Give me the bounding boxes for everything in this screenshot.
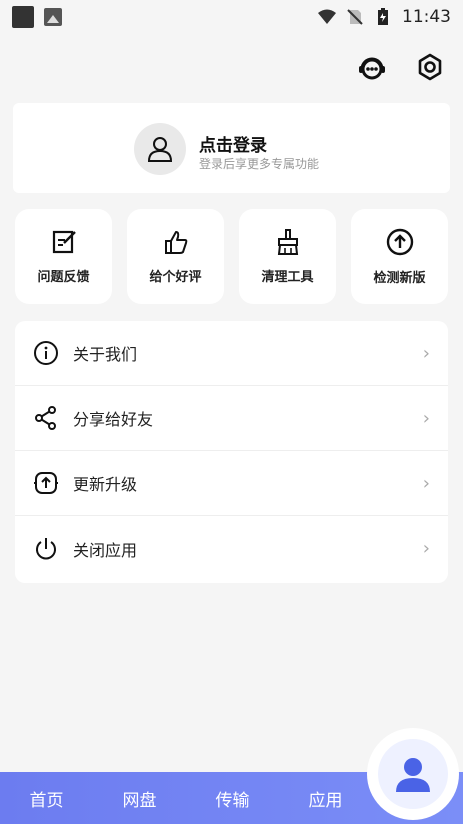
tool-rate-label: 给个好评 <box>149 270 202 285</box>
update-icon <box>33 470 59 496</box>
status-time: 11:43 <box>402 7 451 27</box>
chevron-right-icon: › <box>422 342 430 364</box>
login-title[interactable]: 点击登录 <box>199 131 267 156</box>
profile-tab[interactable] <box>373 734 453 814</box>
power-icon <box>33 536 59 562</box>
login-subtitle: 登录后享更多专属功能 <box>199 157 320 171</box>
no-sim-icon <box>346 8 364 26</box>
chevron-right-icon: › <box>422 538 430 559</box>
menu-item-about-label: 关于我们 <box>73 345 138 364</box>
tools-row: 问题反馈 给个好评 清理工具 检测新版 <box>15 209 448 304</box>
profile-button[interactable] <box>378 739 448 809</box>
tool-rate[interactable]: 给个好评 <box>127 209 224 304</box>
tool-check-update-label: 检测新版 <box>373 271 426 286</box>
menu-item-share-label: 分享给好友 <box>73 410 154 429</box>
avatar[interactable] <box>134 123 186 175</box>
tool-feedback-label: 问题反馈 <box>37 270 90 285</box>
upload-icon <box>386 228 413 256</box>
share-icon <box>33 405 59 431</box>
edit-icon <box>52 230 76 254</box>
tab-home[interactable]: 首页 <box>0 786 93 811</box>
tool-check-update[interactable]: 检测新版 <box>351 209 448 304</box>
login-card[interactable]: 点击登录 登录后享更多专属功能 <box>13 103 450 193</box>
tab-apps[interactable]: 应用 <box>279 786 372 811</box>
broom-icon <box>277 229 298 255</box>
top-actions <box>355 50 447 84</box>
chevron-right-icon: › <box>422 472 430 494</box>
menu-item-update[interactable]: 更新升级 › <box>15 451 448 516</box>
tab-transfer[interactable]: 传输 <box>186 786 279 811</box>
image-icon <box>44 8 62 26</box>
gear-icon[interactable] <box>413 50 447 84</box>
notification-square-icon <box>12 6 34 28</box>
thumbs-up-icon <box>164 231 187 254</box>
battery-icon <box>374 8 392 26</box>
chevron-right-icon: › <box>422 407 430 429</box>
wifi-icon <box>318 8 336 26</box>
profile-icon <box>396 758 430 792</box>
menu-item-update-label: 更新升级 <box>73 475 138 494</box>
settings-menu: 关于我们 › 分享给好友 › 更新升级 › 关闭应用 › <box>15 321 448 583</box>
info-icon <box>33 340 59 366</box>
headset-icon[interactable] <box>355 50 389 84</box>
tool-clean-label: 清理工具 <box>261 270 314 285</box>
tool-clean[interactable]: 清理工具 <box>239 209 336 304</box>
tool-feedback[interactable]: 问题反馈 <box>15 209 112 304</box>
status-bar: 11:43 <box>0 0 463 34</box>
menu-item-close-app[interactable]: 关闭应用 › <box>15 516 448 581</box>
menu-item-close-app-label: 关闭应用 <box>73 540 138 560</box>
menu-item-about[interactable]: 关于我们 › <box>15 321 448 386</box>
user-icon <box>147 137 173 162</box>
tab-cloud-drive[interactable]: 网盘 <box>93 786 186 811</box>
menu-item-share[interactable]: 分享给好友 › <box>15 386 448 451</box>
